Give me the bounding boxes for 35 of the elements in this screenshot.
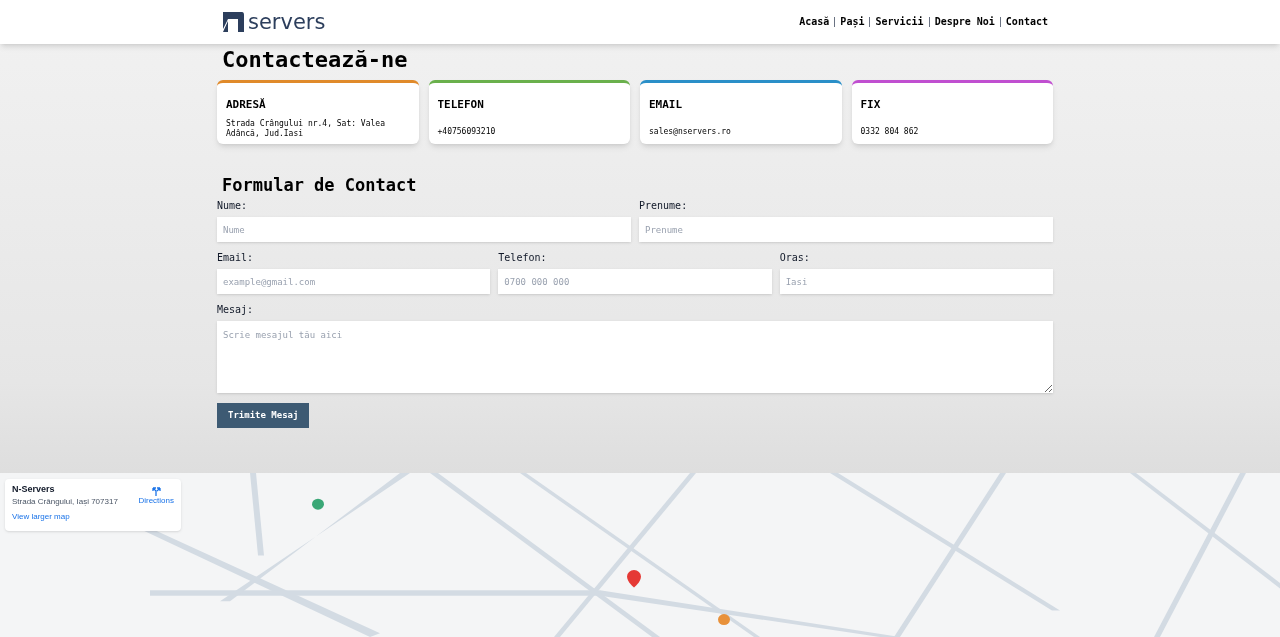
- field-label: Mesaj:: [217, 303, 255, 317]
- card-text: Strada Crângului nr.4, Sat: Valea Adâncă, Jud.Iasi: [226, 118, 386, 139]
- card-title: EMAIL: [649, 97, 684, 113]
- nav-link[interactable]: Pași: [834, 17, 870, 27]
- nav-link[interactable]: Acasă: [794, 17, 835, 27]
- submit-button[interactable]: Trimite Mesaj: [217, 403, 310, 428]
- place-title: N-Servers: [12, 484, 56, 495]
- nav-link[interactable]: Servicii: [869, 17, 929, 27]
- card-title: ADRESĂ: [226, 97, 267, 113]
- card-title: TELEFON: [437, 97, 485, 113]
- logo-text: servers: [248, 11, 326, 33]
- field-label: Telefon:: [498, 251, 548, 265]
- field-label: Nume:: [217, 199, 249, 213]
- input-field[interactable]: example@gmail.com: [217, 269, 491, 294]
- view-larger-map-link[interactable]: View larger map: [12, 512, 70, 522]
- input-field[interactable]: 0700 000 000: [498, 269, 772, 294]
- logo-icon: [222, 11, 244, 33]
- card-text: 0332 804 862: [860, 126, 920, 137]
- input-field[interactable]: Nume: [217, 217, 631, 242]
- message-field[interactable]: Scrie mesajul tău aici: [217, 321, 1053, 393]
- field-label: Oras:: [779, 251, 811, 265]
- card-text: sales@nservers.ro: [649, 126, 732, 137]
- page-title: Contactează-ne: [222, 46, 409, 74]
- form-title: Formular de Contact: [222, 174, 418, 196]
- card-text: +40756093210: [437, 126, 497, 137]
- directions-icon: [151, 486, 161, 496]
- nav-link[interactable]: Contact: [999, 17, 1053, 27]
- directions-link[interactable]: Directions: [138, 486, 174, 507]
- nav-link[interactable]: Despre Noi: [928, 17, 1000, 27]
- place-address: Strada Crângului, Iași 707317: [12, 497, 118, 507]
- input-field[interactable]: Iasi: [779, 269, 1053, 294]
- field-label: Email:: [217, 251, 255, 265]
- input-field[interactable]: Prenume: [639, 217, 1053, 242]
- card-title: FIX: [860, 97, 882, 113]
- field-label: Prenume:: [639, 199, 689, 213]
